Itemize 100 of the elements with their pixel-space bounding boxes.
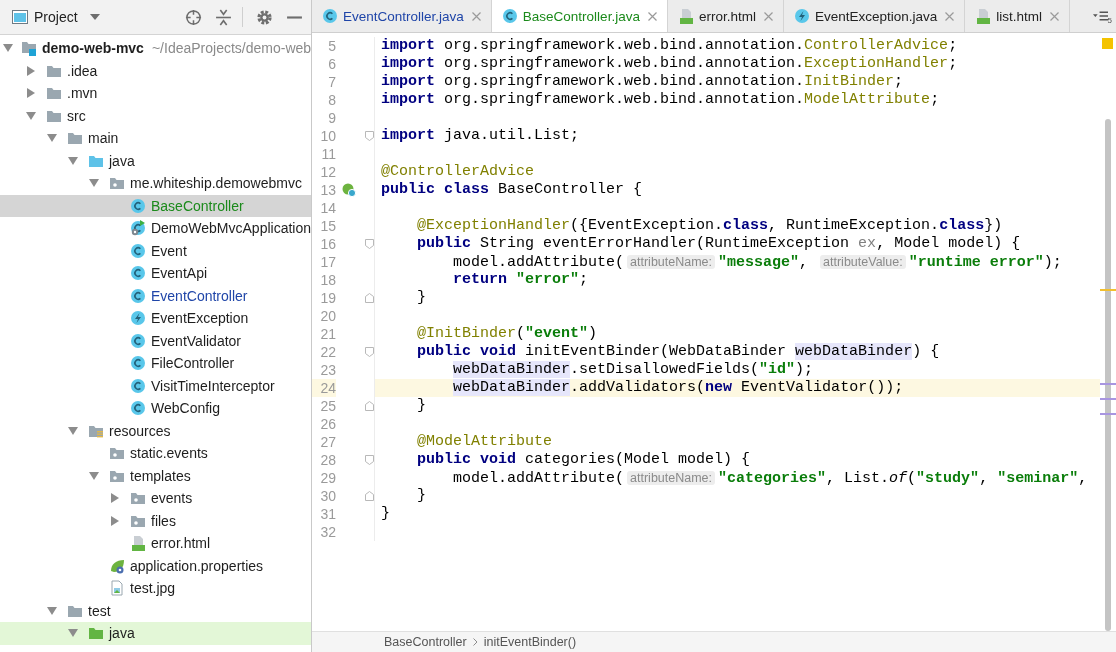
editor-tab[interactable]: BaseController.java bbox=[491, 0, 668, 32]
tree-item-label: static.events bbox=[130, 445, 208, 462]
line-number: 29 bbox=[319, 469, 336, 487]
tree-row[interactable]: WebConfig bbox=[0, 397, 311, 420]
tree-item-label: java bbox=[109, 152, 135, 169]
tree-item-label: application.properties bbox=[130, 557, 264, 574]
code-line: return "error"; bbox=[452, 271, 590, 289]
collapse-arrow-icon[interactable] bbox=[68, 629, 78, 638]
expand-arrow-icon[interactable] bbox=[111, 515, 119, 526]
line-number: 26 bbox=[319, 415, 336, 433]
tree-row[interactable]: src bbox=[0, 104, 311, 127]
line-number: 28 bbox=[319, 451, 336, 469]
tree-row[interactable]: me.whiteship.demowebmvc bbox=[0, 172, 311, 195]
editor-tab[interactable]: list.html bbox=[965, 0, 1070, 32]
close-icon[interactable] bbox=[471, 11, 481, 21]
collapse-arrow-icon[interactable] bbox=[68, 426, 78, 435]
fold-marker-icon[interactable] bbox=[365, 293, 374, 303]
line-number: 18 bbox=[319, 271, 336, 289]
tree-row[interactable]: .idea bbox=[0, 59, 311, 82]
tree-row[interactable]: error.html bbox=[0, 532, 311, 555]
breadcrumb[interactable]: initEventBinder() bbox=[483, 635, 577, 649]
tree-row[interactable]: static.events bbox=[0, 442, 311, 465]
tree-row[interactable]: .mvn bbox=[0, 82, 311, 105]
code-line: public void initEventBinder(WebDataBinder webDataBinder) { bbox=[416, 343, 941, 361]
collapse-arrow-icon[interactable] bbox=[47, 134, 57, 143]
tree-row[interactable]: files bbox=[0, 509, 311, 532]
project-view-icon bbox=[12, 10, 28, 24]
html-file-icon bbox=[975, 8, 992, 24]
code-line: @ControllerAdvice bbox=[380, 163, 536, 181]
tree-item-label: resources bbox=[109, 422, 171, 439]
fold-marker-icon[interactable] bbox=[365, 455, 374, 465]
close-icon[interactable] bbox=[1050, 11, 1059, 21]
tree-row[interactable]: test bbox=[0, 599, 311, 622]
collapse-all-icon[interactable] bbox=[215, 8, 232, 26]
code-line: } bbox=[416, 487, 428, 505]
panel-title[interactable]: Project bbox=[34, 9, 78, 25]
line-number: 8 bbox=[327, 91, 336, 109]
expand-arrow-icon[interactable] bbox=[111, 493, 119, 504]
tree-item-label: FileController bbox=[151, 355, 235, 372]
tree-row[interactable]: demo-web-mvc ~/IdeaProjects/demo-web bbox=[0, 37, 311, 60]
close-icon[interactable] bbox=[647, 11, 657, 21]
tree-item-label: Event bbox=[151, 242, 187, 259]
tree-row[interactable]: EventController bbox=[0, 284, 311, 307]
tree-row[interactable]: resources bbox=[0, 419, 311, 442]
line-number: 17 bbox=[319, 253, 336, 271]
fold-marker-icon[interactable] bbox=[365, 239, 374, 249]
code-line: @ModelAttribute bbox=[416, 433, 554, 451]
crosshair-icon[interactable] bbox=[185, 8, 202, 26]
tree-row[interactable]: events bbox=[0, 487, 311, 510]
tree-row[interactable]: VisitTimeInterceptor bbox=[0, 374, 311, 397]
fold-marker-icon[interactable] bbox=[365, 131, 374, 141]
tree-row[interactable]: EventApi bbox=[0, 262, 311, 285]
tree-row[interactable]: DemoWebMvcApplication bbox=[0, 217, 311, 240]
tree-row[interactable]: EventException bbox=[0, 307, 311, 330]
class-icon bbox=[130, 377, 146, 394]
line-number: 5 bbox=[327, 37, 336, 55]
tree-item-label: me.whiteship.demowebmvc bbox=[130, 175, 302, 192]
expand-arrow-icon[interactable] bbox=[27, 65, 35, 76]
scrollbar-thumb[interactable] bbox=[1105, 119, 1111, 631]
line-number: 20 bbox=[319, 307, 336, 325]
tree-item-label: .mvn bbox=[67, 85, 98, 102]
fold-marker-icon[interactable] bbox=[365, 347, 374, 357]
editor-tab[interactable]: EventController.java bbox=[312, 0, 492, 32]
dropdown-caret-icon[interactable] bbox=[89, 14, 100, 20]
settings-icon[interactable] bbox=[256, 8, 273, 26]
package-icon bbox=[109, 175, 125, 192]
expand-arrow-icon[interactable] bbox=[27, 88, 35, 99]
tree-row[interactable]: Event bbox=[0, 239, 311, 262]
line-number: 14 bbox=[319, 199, 336, 217]
tree-row[interactable]: application.properties bbox=[0, 554, 311, 577]
fold-marker-icon[interactable] bbox=[365, 401, 374, 411]
collapse-arrow-icon[interactable] bbox=[89, 179, 99, 188]
line-number: 15 bbox=[319, 217, 336, 235]
tree-item-label: events bbox=[151, 490, 193, 507]
close-icon[interactable] bbox=[763, 11, 773, 21]
tab-list-icon[interactable] bbox=[1092, 11, 1108, 21]
tree-row[interactable]: java bbox=[0, 149, 311, 172]
tree-row[interactable]: java bbox=[0, 622, 311, 645]
tree-row[interactable]: FileController bbox=[0, 352, 311, 375]
collapse-arrow-icon[interactable] bbox=[89, 471, 99, 480]
collapse-arrow-icon[interactable] bbox=[26, 111, 36, 120]
collapse-arrow-icon[interactable] bbox=[3, 44, 13, 53]
breadcrumb[interactable]: BaseController bbox=[384, 635, 467, 649]
tree-row[interactable]: main bbox=[0, 127, 311, 150]
collapse-arrow-icon[interactable] bbox=[47, 606, 57, 615]
tree-row[interactable]: EventValidator bbox=[0, 329, 311, 352]
line-number: 9 bbox=[327, 109, 336, 127]
close-icon[interactable] bbox=[945, 11, 955, 21]
code-line: import org.springframework.web.bind.annotation.ControllerAdvice; bbox=[380, 37, 959, 55]
tree-row[interactable]: test.jpg bbox=[0, 577, 311, 600]
editor-tab[interactable]: error.html bbox=[667, 0, 784, 32]
tree-item-label: files bbox=[151, 512, 176, 529]
fold-marker-icon[interactable] bbox=[365, 491, 374, 501]
tree-row[interactable]: templates bbox=[0, 464, 311, 487]
editor-tab[interactable]: EventException.java bbox=[783, 0, 966, 32]
collapse-arrow-icon[interactable] bbox=[68, 156, 78, 165]
tree-item-label: java bbox=[109, 625, 135, 642]
tree-item-label: .idea bbox=[67, 62, 98, 79]
class-icon bbox=[130, 265, 146, 282]
line-number: 24 bbox=[312, 379, 336, 397]
